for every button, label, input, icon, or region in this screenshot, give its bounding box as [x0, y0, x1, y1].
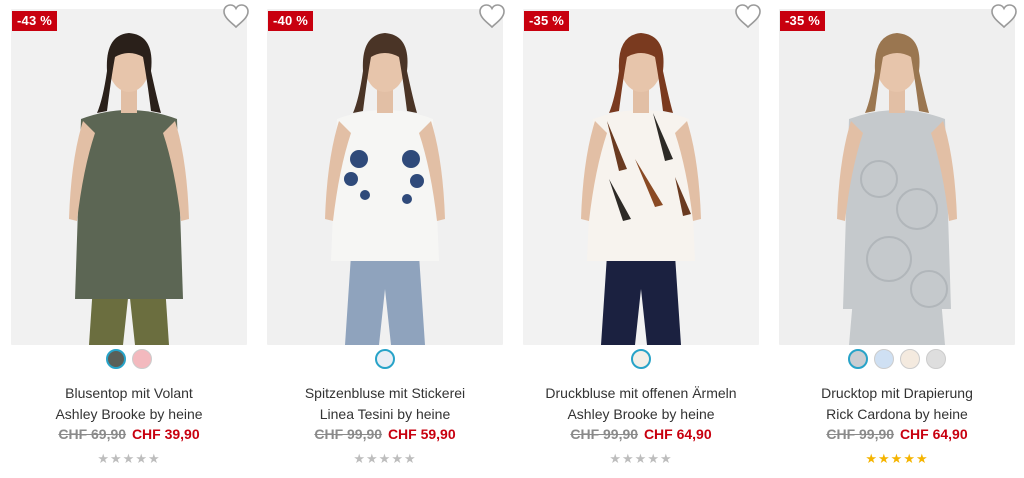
star-icon: ★ [366, 451, 379, 466]
star-icon: ★ [97, 451, 111, 466]
star-icon: ★ [878, 451, 891, 466]
sale-price: CHF 39,90 [131, 426, 200, 442]
color-swatch[interactable] [874, 349, 894, 369]
color-swatches [267, 349, 503, 373]
star-icon: ★ [135, 451, 148, 466]
color-swatch[interactable] [132, 349, 152, 369]
color-swatch[interactable] [375, 349, 395, 369]
product-brand[interactable]: Ashley Brooke by heine [11, 406, 247, 422]
color-swatch[interactable] [926, 349, 946, 369]
product-name[interactable]: Druckbluse mit offenen Ärmeln [523, 385, 759, 401]
star-icon: ★ [634, 451, 648, 466]
sale-price: CHF 64,90 [899, 426, 968, 442]
star-icon: ★ [659, 451, 673, 466]
product-card[interactable]: -43 % Blusentop mit Volant Ashley Brooke … [11, 0, 250, 478]
heart-outline-icon[interactable] [222, 3, 250, 29]
star-icon: ★ [609, 451, 623, 466]
product-name[interactable]: Spitzenbluse mit Stickerei [267, 385, 503, 401]
sale-price: CHF 59,90 [387, 426, 456, 442]
star-icon: ★ [353, 451, 367, 466]
star-icon: ★ [403, 451, 417, 466]
star-icon: ★ [110, 451, 123, 466]
star-icon: ★ [391, 451, 404, 466]
old-price: CHF 99,90 [570, 426, 639, 442]
product-name[interactable]: Drucktop mit Drapierung [779, 385, 1015, 401]
discount-badge: -35 % [524, 11, 569, 31]
product-brand[interactable]: Rick Cardona by heine [779, 406, 1015, 422]
sale-price: CHF 64,90 [643, 426, 712, 442]
heart-outline-icon[interactable] [478, 3, 506, 29]
product-card[interactable]: -40 % Spitzenbluse mit Stickerei Linea Te… [267, 0, 506, 478]
product-grid: -43 % Blusentop mit Volant Ashley Brooke … [0, 0, 1024, 478]
color-swatch[interactable] [631, 349, 651, 369]
color-swatch[interactable] [848, 349, 868, 369]
color-swatches [523, 349, 759, 373]
product-brand[interactable]: Linea Tesini by heine [267, 406, 503, 422]
product-card[interactable]: -35 % Druckbluse mit offenen Ärmeln Ashle… [523, 0, 762, 478]
star-icon: ★ [378, 451, 392, 466]
discount-badge: -43 % [12, 11, 57, 31]
product-name[interactable]: Blusentop mit Volant [11, 385, 247, 401]
color-swatch[interactable] [900, 349, 920, 369]
star-icon: ★ [865, 451, 879, 466]
heart-outline-icon[interactable] [734, 3, 762, 29]
price-row: CHF 99,90 CHF 64,90 [523, 426, 759, 442]
price-row: CHF 99,90 CHF 64,90 [779, 426, 1015, 442]
price-row: CHF 99,90 CHF 59,90 [267, 426, 503, 442]
color-swatches [779, 349, 1015, 373]
star-icon: ★ [890, 451, 904, 466]
heart-outline-icon[interactable] [990, 3, 1018, 29]
old-price: CHF 99,90 [314, 426, 383, 442]
rating-stars: ★★★★★ [11, 451, 247, 467]
product-image[interactable] [11, 9, 247, 345]
star-icon: ★ [122, 451, 136, 466]
rating-stars: ★★★★★ [267, 451, 503, 467]
star-icon: ★ [147, 451, 161, 466]
product-card[interactable]: -35 % Drucktop mit Drapierung Rick Cardon… [779, 0, 1018, 478]
product-image[interactable] [523, 9, 759, 345]
product-image[interactable] [267, 9, 503, 345]
rating-stars: ★★★★★ [779, 451, 1015, 467]
color-swatch[interactable] [106, 349, 126, 369]
product-brand[interactable]: Ashley Brooke by heine [523, 406, 759, 422]
star-icon: ★ [622, 451, 635, 466]
price-row: CHF 69,90 CHF 39,90 [11, 426, 247, 442]
color-swatches [11, 349, 247, 373]
star-icon: ★ [915, 451, 929, 466]
product-image[interactable] [779, 9, 1015, 345]
star-icon: ★ [903, 451, 916, 466]
discount-badge: -40 % [268, 11, 313, 31]
old-price: CHF 69,90 [58, 426, 127, 442]
rating-stars: ★★★★★ [523, 451, 759, 467]
old-price: CHF 99,90 [826, 426, 895, 442]
discount-badge: -35 % [780, 11, 825, 31]
star-icon: ★ [647, 451, 660, 466]
